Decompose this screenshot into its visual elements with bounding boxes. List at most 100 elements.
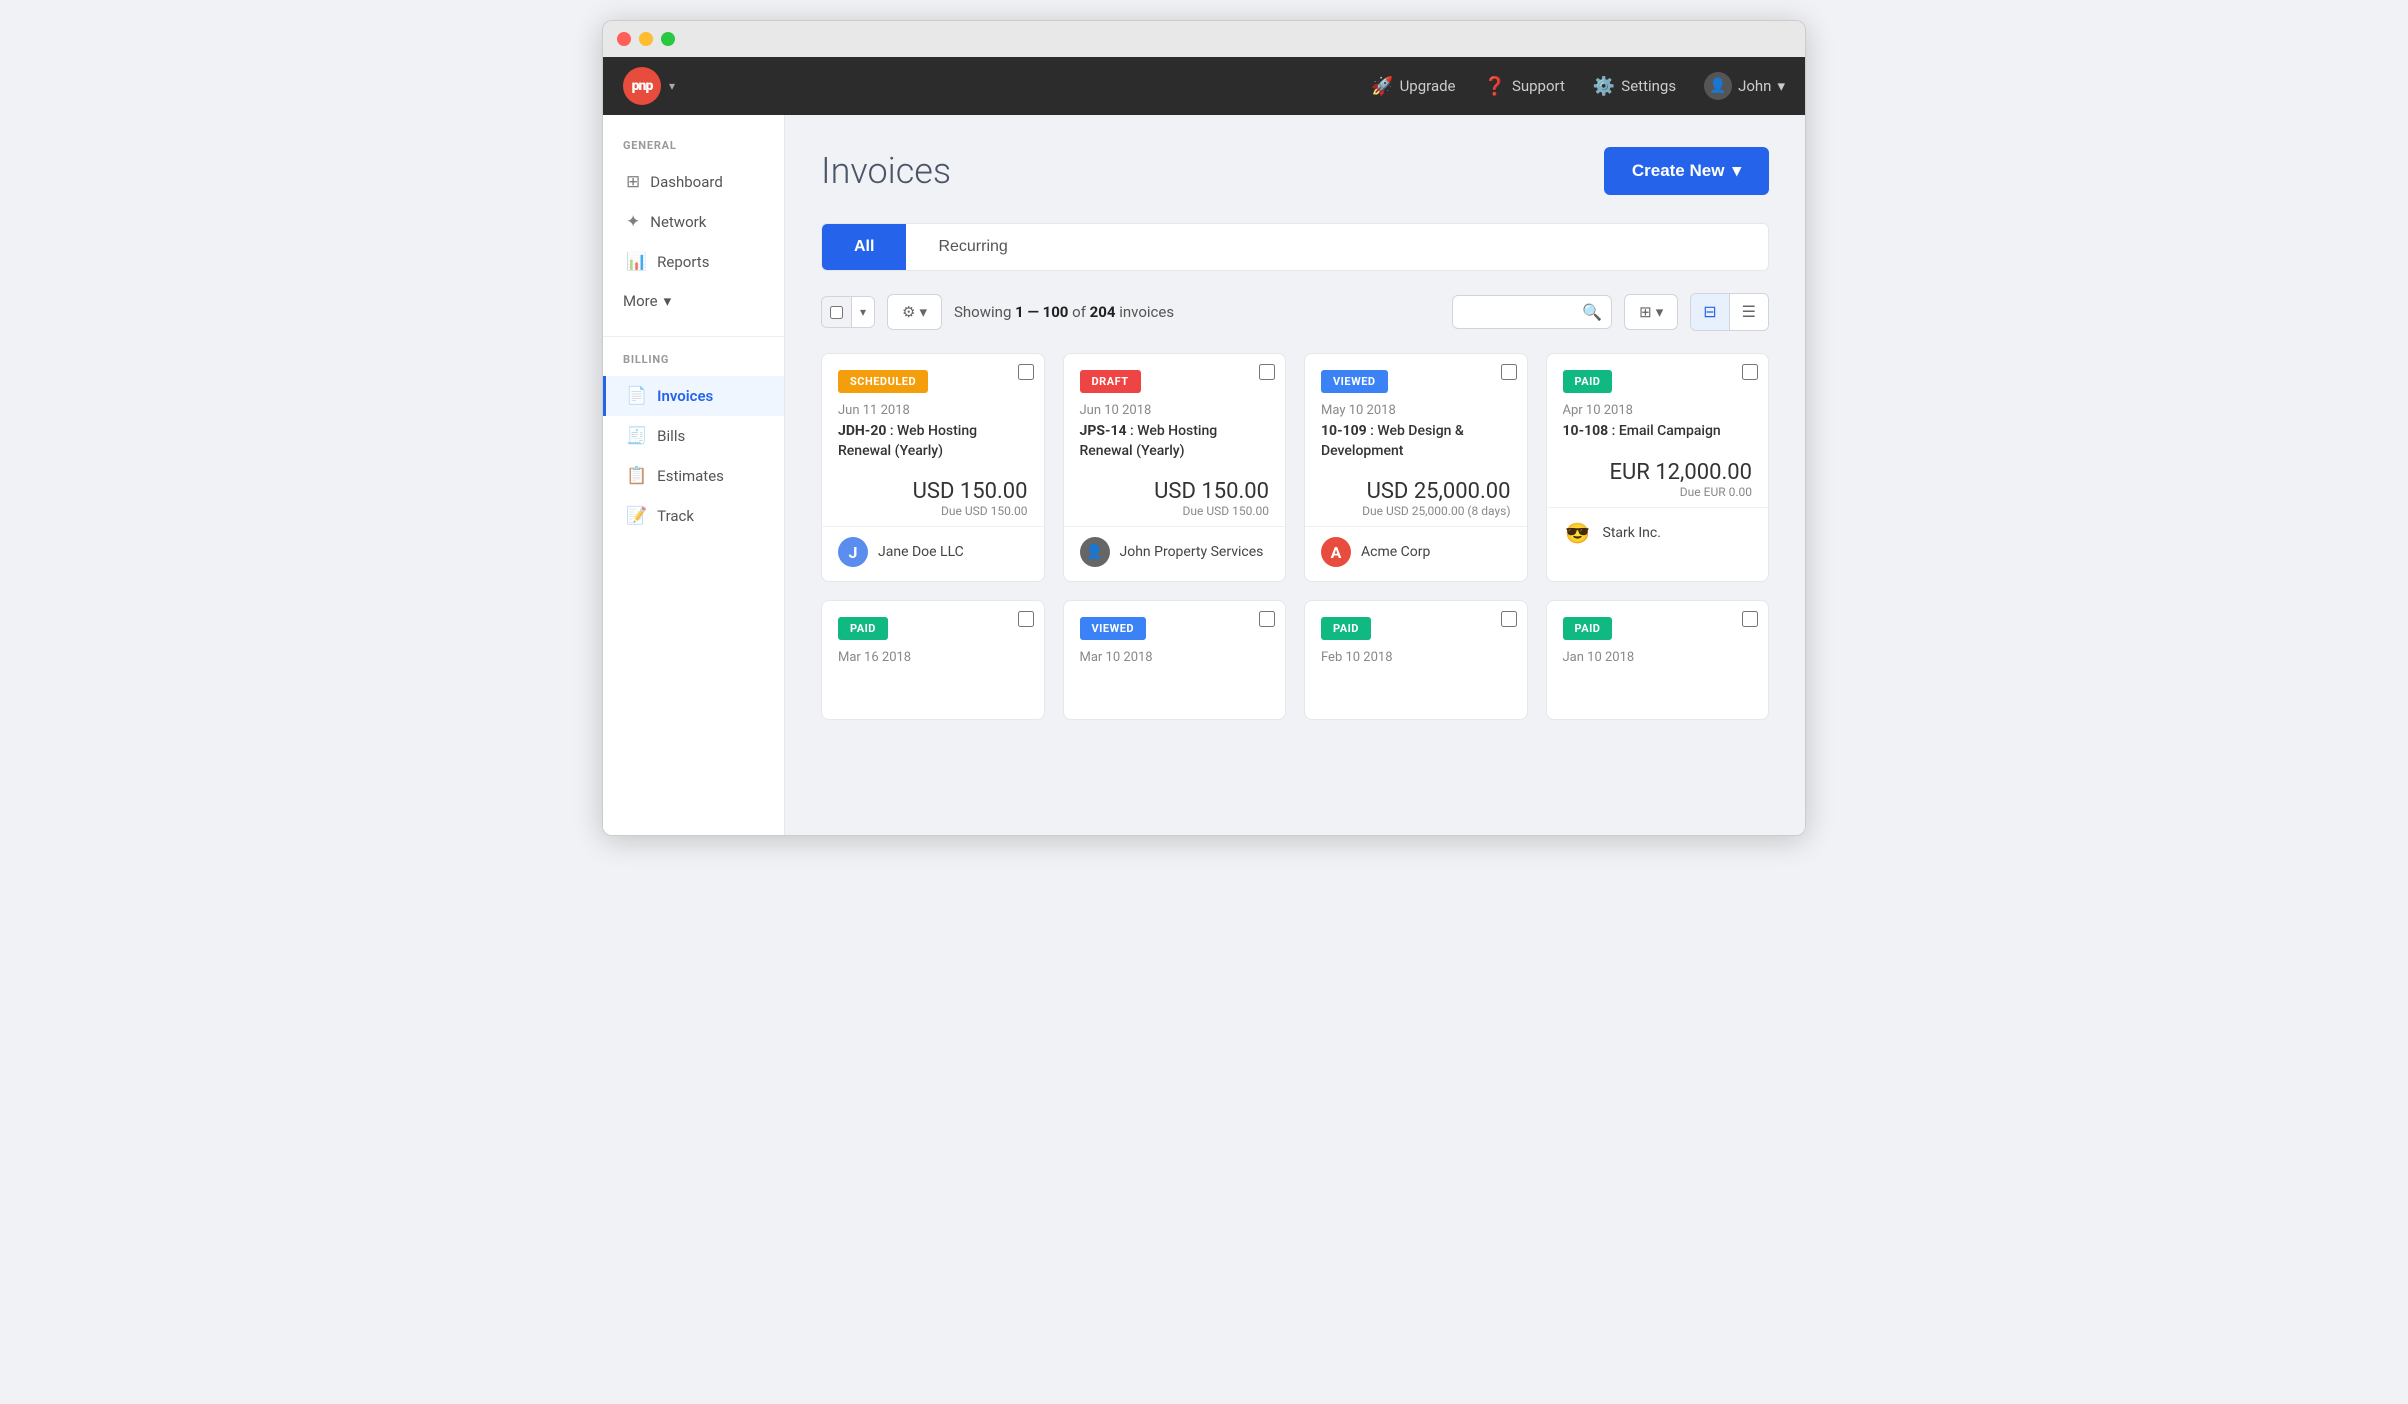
avatar: A: [1321, 537, 1351, 567]
settings-button[interactable]: ⚙️ Settings: [1593, 76, 1676, 97]
close-btn[interactable]: [617, 32, 631, 46]
network-icon: ✦: [626, 212, 640, 232]
topnav-right: 🚀 Upgrade ❓ Support ⚙️ Settings 👤 John ▾: [1371, 72, 1785, 100]
search-wrapper: 🔍: [1452, 295, 1612, 329]
card-checkbox[interactable]: [1018, 364, 1034, 380]
reports-icon: 📊: [626, 252, 647, 272]
invoice-card[interactable]: PAID Mar 16 2018: [821, 600, 1045, 720]
gear-icon: ⚙: [902, 303, 915, 321]
sidebar-item-estimates[interactable]: 📋 Estimates: [603, 456, 784, 496]
sidebar-divider: [603, 336, 784, 337]
rocket-icon: 🚀: [1371, 76, 1393, 97]
filter-icon: ⊞: [1639, 303, 1652, 321]
page-header: Invoices Create New ▾: [821, 147, 1769, 195]
create-new-button[interactable]: Create New ▾: [1604, 147, 1769, 195]
sidebar-item-label: Dashboard: [650, 173, 723, 191]
invoice-card[interactable]: PAID Apr 10 2018 10-108 : Email Campaign…: [1546, 353, 1770, 582]
card-date: Apr 10 2018: [1563, 403, 1753, 418]
logo-caret-icon[interactable]: ▾: [669, 79, 675, 93]
list-view-button[interactable]: ☰: [1730, 294, 1768, 330]
card-title: 10-108 : Email Campaign: [1563, 422, 1753, 442]
filter-button[interactable]: ⊞ ▾: [1624, 294, 1678, 330]
invoices-grid-row2: PAID Mar 16 2018 VIEWED Mar 10 2018 PAID: [821, 600, 1769, 720]
grid-view-button[interactable]: ⊟: [1691, 294, 1729, 330]
status-badge: VIEWED: [1321, 370, 1388, 393]
topnav-left: pnp ▾: [623, 67, 675, 105]
bulk-actions-button[interactable]: ⚙ ▾: [887, 294, 942, 330]
sidebar-item-bills[interactable]: 🧾 Bills: [603, 416, 784, 456]
card-checkbox[interactable]: [1259, 364, 1275, 380]
card-checkbox[interactable]: [1501, 611, 1517, 627]
chevron-down-icon: ▾: [1732, 161, 1741, 181]
status-badge: VIEWED: [1080, 617, 1147, 640]
invoice-card[interactable]: PAID Jan 10 2018: [1546, 600, 1770, 720]
invoices-grid: SCHEDULED Jun 11 2018 JDH-20 : Web Hosti…: [821, 353, 1769, 582]
sidebar-item-label: Bills: [657, 427, 685, 445]
titlebar: [603, 21, 1805, 57]
chevron-down-icon: ▾: [664, 292, 672, 310]
card-checkbox[interactable]: [1018, 611, 1034, 627]
user-caret-icon: ▾: [1777, 77, 1785, 95]
billing-section-label: BILLING: [603, 353, 784, 366]
sidebar-item-network[interactable]: ✦ Network: [603, 202, 784, 242]
sidebar-item-invoices[interactable]: 📄 Invoices: [603, 376, 784, 416]
tabs-bar: All Recurring: [821, 223, 1769, 271]
status-badge: PAID: [1321, 617, 1371, 640]
avatar: J: [838, 537, 868, 567]
card-due: Due USD 25,000.00 (8 days): [1321, 504, 1511, 518]
sidebar-item-label: Reports: [657, 253, 709, 271]
question-icon: ❓: [1484, 76, 1506, 97]
card-date: Mar 10 2018: [1080, 650, 1270, 665]
select-caret-button[interactable]: ▾: [851, 297, 874, 327]
card-body: Jun 11 2018 JDH-20 : Web Hosting Renewal…: [822, 393, 1044, 461]
status-badge: SCHEDULED: [838, 370, 928, 393]
gear-icon: ⚙️: [1593, 76, 1615, 97]
view-toggle: ⊟ ☰: [1690, 293, 1769, 331]
card-body: Mar 10 2018: [1064, 640, 1286, 665]
invoice-card[interactable]: DRAFT Jun 10 2018 JPS-14 : Web Hosting R…: [1063, 353, 1287, 582]
card-footer: 😎 Stark Inc.: [1547, 507, 1769, 562]
card-amount-section: USD 150.00 Due USD 150.00: [822, 461, 1044, 526]
card-title: JDH-20 : Web Hosting Renewal (Yearly): [838, 422, 1028, 461]
invoice-card[interactable]: PAID Feb 10 2018: [1304, 600, 1528, 720]
sidebar-item-track[interactable]: 📝 Track: [603, 496, 784, 536]
tab-recurring[interactable]: Recurring: [906, 224, 1039, 270]
support-button[interactable]: ❓ Support: [1484, 76, 1565, 97]
showing-text: Showing 1 — 100 of 204 invoices: [954, 303, 1440, 321]
logo[interactable]: pnp: [623, 67, 661, 105]
card-checkbox[interactable]: [1501, 364, 1517, 380]
card-checkbox[interactable]: [1742, 611, 1758, 627]
sidebar-item-label: Network: [650, 213, 706, 231]
sidebar-item-reports[interactable]: 📊 Reports: [603, 242, 784, 282]
sidebar-item-dashboard[interactable]: ⊞ Dashboard: [603, 162, 784, 202]
invoice-card[interactable]: VIEWED Mar 10 2018: [1063, 600, 1287, 720]
sidebar: GENERAL ⊞ Dashboard ✦ Network 📊 Reports …: [603, 115, 785, 835]
tab-all[interactable]: All: [822, 224, 906, 270]
maximize-btn[interactable]: [661, 32, 675, 46]
upgrade-button[interactable]: 🚀 Upgrade: [1371, 76, 1455, 97]
main-content: Invoices Create New ▾ All Recurring ▾ ⚙: [785, 115, 1805, 835]
track-icon: 📝: [626, 506, 647, 526]
select-all-checkbox[interactable]: [830, 306, 843, 319]
card-checkbox[interactable]: [1742, 364, 1758, 380]
card-body: Jun 10 2018 JPS-14 : Web Hosting Renewal…: [1064, 393, 1286, 461]
client-name: John Property Services: [1120, 544, 1264, 560]
status-badge: PAID: [1563, 370, 1613, 393]
invoice-card[interactable]: VIEWED May 10 2018 10-109 : Web Design &…: [1304, 353, 1528, 582]
card-footer: J Jane Doe LLC: [822, 526, 1044, 581]
window-frame: pnp ▾ 🚀 Upgrade ❓ Support ⚙️ Settings 👤 …: [602, 20, 1806, 836]
avatar: 😎: [1563, 518, 1593, 548]
filter-caret-icon: ▾: [1656, 303, 1664, 321]
user-menu[interactable]: 👤 John ▾: [1704, 72, 1785, 100]
invoice-card[interactable]: SCHEDULED Jun 11 2018 JDH-20 : Web Hosti…: [821, 353, 1045, 582]
minimize-btn[interactable]: [639, 32, 653, 46]
avatar: 👤: [1704, 72, 1732, 100]
select-all-group: ▾: [821, 296, 875, 328]
card-footer: 👤 John Property Services: [1064, 526, 1286, 581]
card-body: May 10 2018 10-109 : Web Design & Develo…: [1305, 393, 1527, 461]
card-checkbox[interactable]: [1259, 611, 1275, 627]
sidebar-more[interactable]: More ▾: [603, 282, 784, 320]
app-body: GENERAL ⊞ Dashboard ✦ Network 📊 Reports …: [603, 115, 1805, 835]
card-date: Jan 10 2018: [1563, 650, 1753, 665]
card-body: Apr 10 2018 10-108 : Email Campaign: [1547, 393, 1769, 442]
